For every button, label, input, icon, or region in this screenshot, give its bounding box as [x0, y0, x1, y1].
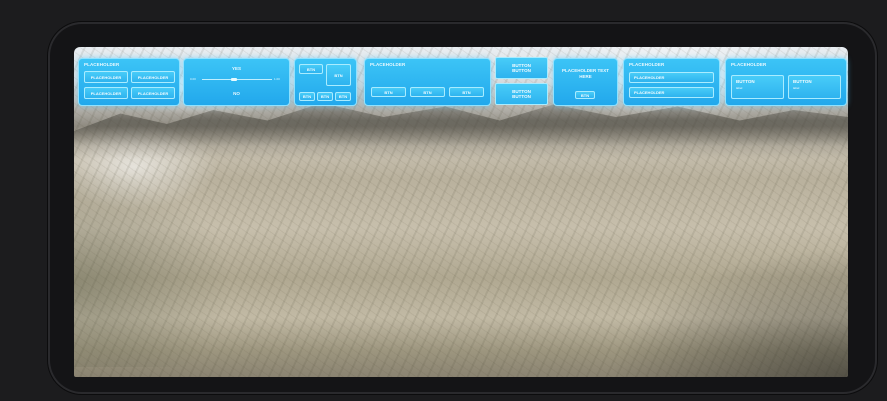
panel-button-pair: PLACEHOLDER BUTTON label BUTTON label — [725, 58, 847, 106]
terrain-shadow — [74, 167, 234, 367]
yes-label: YES — [231, 66, 241, 71]
placeholder-text: PLACEHOLDER TEXT HERE — [561, 68, 609, 79]
panel-title: PLACEHOLDER — [629, 62, 665, 67]
small-button[interactable]: BTN — [299, 64, 323, 74]
list-row[interactable]: PLACEHOLDER — [629, 72, 714, 83]
slider-thumb[interactable] — [230, 78, 237, 81]
action-button[interactable]: BTN — [410, 87, 445, 97]
terrain-shadow — [608, 247, 848, 377]
small-button[interactable]: BTN — [335, 92, 351, 101]
small-button[interactable]: BTN — [317, 92, 333, 101]
labeled-button[interactable]: BUTTON label — [788, 75, 841, 99]
panel-placeholder-grid: PLACEHOLDER PLACEHOLDER PLACEHOLDER PLAC… — [78, 58, 180, 106]
button-sublabel: label — [793, 86, 800, 90]
panel-small-buttons: BTN BTN BTN BTN BTN — [294, 58, 357, 106]
button-label: BUTTON — [793, 79, 812, 84]
labeled-button[interactable]: BUTTON label — [731, 75, 784, 99]
list-row[interactable]: PLACEHOLDER — [629, 87, 714, 98]
panel-placeholder-list: PLACEHOLDER PLACEHOLDER PLACEHOLDER — [623, 58, 720, 106]
small-button[interactable]: BTN — [326, 64, 351, 86]
action-button[interactable]: BTN — [371, 87, 406, 97]
button-tile-label: BUTTON BUTTON — [512, 63, 531, 73]
panel-text-button: PLACEHOLDER TEXT HERE BTN — [553, 58, 618, 106]
panel-three-buttons: PLACEHOLDER BTN BTN BTN — [364, 58, 491, 106]
slider-min-label: 0.00 — [190, 77, 196, 81]
slider-max-label: 1.00 — [274, 77, 280, 81]
small-button[interactable]: BTN — [299, 92, 315, 101]
slider-track[interactable] — [202, 79, 272, 80]
panel-title: PLACEHOLDER — [370, 62, 406, 67]
panel-title: PLACEHOLDER — [84, 62, 120, 67]
action-button[interactable]: BTN — [449, 87, 484, 97]
placeholder-button[interactable]: PLACEHOLDER — [131, 71, 175, 83]
panel-yes-no-slider: YES 0.00 1.00 NO — [183, 58, 290, 106]
button-tile[interactable]: BUTTON BUTTON — [495, 83, 548, 105]
no-label: NO — [233, 91, 240, 96]
placeholder-button[interactable]: PLACEHOLDER — [84, 71, 128, 83]
placeholder-button[interactable]: PLACEHOLDER — [131, 87, 175, 99]
button-label: BUTTON — [736, 79, 755, 84]
panel-title: PLACEHOLDER — [731, 62, 767, 67]
small-button[interactable]: BTN — [575, 91, 595, 99]
button-tile[interactable]: BUTTON BUTTON — [495, 57, 548, 79]
button-tile-label: BUTTON BUTTON — [512, 89, 531, 99]
button-sublabel: label — [736, 86, 743, 90]
placeholder-button[interactable]: PLACEHOLDER — [84, 87, 128, 99]
